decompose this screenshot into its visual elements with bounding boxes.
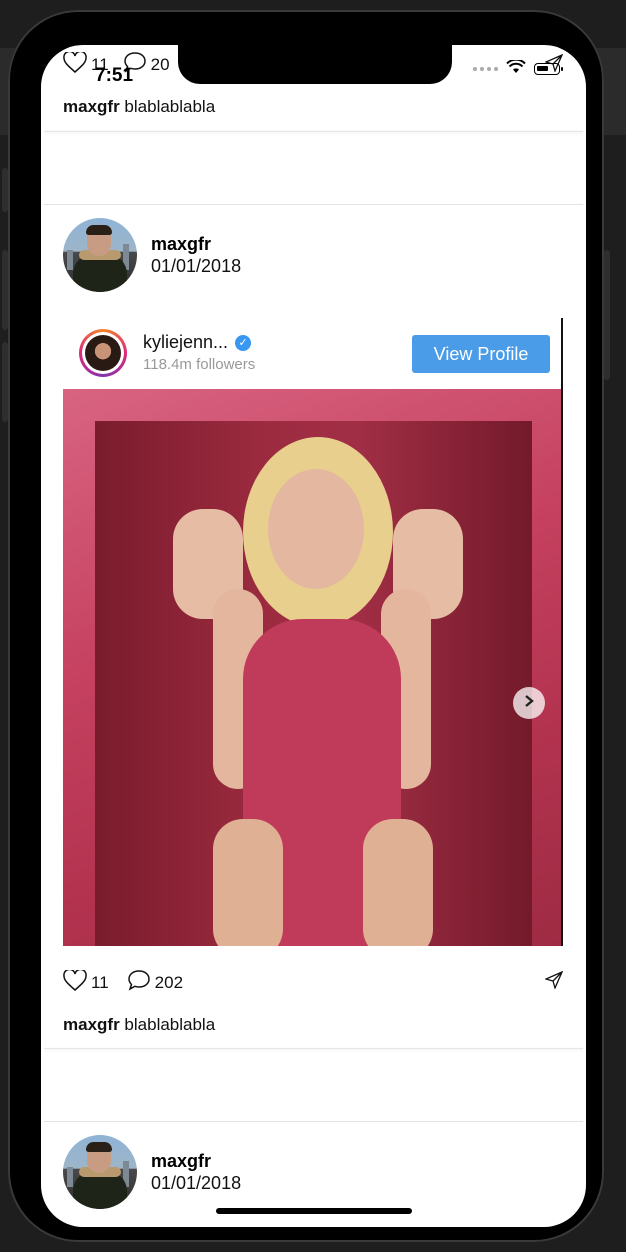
app-screen: 11 20 7:51 maxgfr blablablabla maxgfr 01…: [41, 45, 586, 1227]
embed-account[interactable]: kyliejenn... ✓: [143, 332, 252, 353]
post-divider: [44, 204, 583, 205]
next-post-username[interactable]: maxgfr: [151, 1151, 211, 1172]
heart-icon[interactable]: [63, 968, 87, 996]
user-avatar[interactable]: [63, 218, 137, 292]
status-time: 7:51: [95, 65, 134, 86]
view-profile-button[interactable]: View Profile: [412, 335, 550, 373]
top-post-caption: maxgfr blablablabla: [63, 97, 215, 117]
like-count: 11: [91, 972, 109, 992]
wifi-icon: [506, 58, 526, 79]
next-post-date: 01/01/2018: [151, 1173, 242, 1193]
signal-icon: [473, 67, 498, 71]
caption-username[interactable]: maxgfr: [63, 97, 120, 116]
caption-text: blablablabla: [124, 97, 216, 116]
post-caption: maxgfr blablablabla: [63, 1015, 215, 1035]
card-bottom-edge: [44, 1048, 583, 1049]
comment-count: 202: [154, 972, 184, 992]
comment-icon[interactable]: [127, 969, 151, 996]
carousel-next-button[interactable]: [513, 687, 545, 719]
figure-face: [268, 469, 364, 589]
notch: [178, 45, 452, 84]
home-indicator[interactable]: [216, 1208, 412, 1214]
embed-account-name: kyliejenn...: [143, 332, 229, 352]
post-actions: 11 202: [63, 968, 184, 996]
caption-username[interactable]: maxgfr: [63, 1015, 120, 1034]
post-date: 01/01/2018: [151, 256, 242, 276]
verified-badge-icon: ✓: [235, 334, 252, 351]
top-comment-count: 20: [150, 54, 170, 74]
post-divider: [44, 1121, 583, 1122]
figure-right-leg: [363, 819, 433, 946]
phone-frame: 11 20 7:51 maxgfr blablablabla maxgfr 01…: [8, 10, 604, 1242]
card-bottom-edge: [44, 131, 583, 132]
caption-text: blablablabla: [124, 1015, 216, 1034]
instagram-embed: kyliejenn... ✓ 118.4m followers View Pro…: [63, 318, 563, 946]
chevron-right-icon: [524, 694, 534, 712]
status-indicators: [473, 58, 563, 79]
user-avatar[interactable]: [63, 1135, 137, 1209]
post-photo[interactable]: [63, 389, 561, 946]
battery-icon: [534, 63, 563, 75]
embed-followers: 118.4m followers: [143, 356, 256, 373]
figure-left-leg: [213, 819, 283, 946]
post-username[interactable]: maxgfr: [151, 234, 211, 255]
power-button: [604, 250, 610, 380]
embed-avatar[interactable]: [79, 329, 127, 377]
heart-icon[interactable]: [63, 50, 87, 78]
send-icon[interactable]: [544, 970, 564, 994]
embed-right-border: [561, 318, 563, 946]
